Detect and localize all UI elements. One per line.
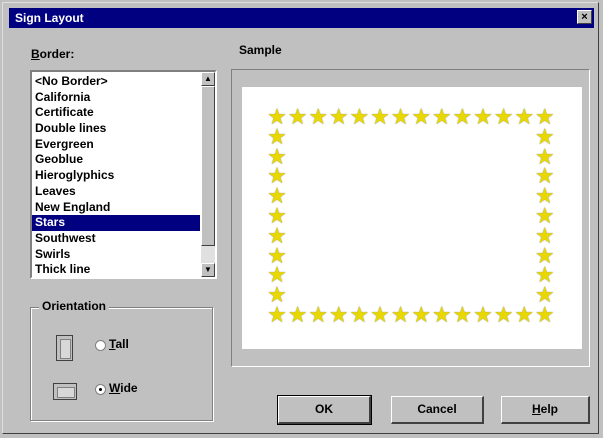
sample-preview: ★ ★ ★ ★ ★ ★ ★ ★ ★ ★ ★ ★ ★ ★ ★ ★ ★ ★ ★ ★ ★ ★ ★ ★ ★ ★ ★ ★ ★ ★ ★ ★ ★ ★ ★ ★ ★ ★ ★ ★…	[242, 87, 582, 349]
star-border-icon: ★	[452, 303, 473, 328]
scroll-thumb[interactable]	[201, 86, 215, 246]
wide-radio[interactable]	[95, 384, 106, 395]
border-list-item[interactable]: Southwest	[32, 231, 200, 247]
border-list-item[interactable]: Evergreen	[32, 137, 200, 153]
scroll-down-button[interactable]: ▼	[201, 263, 215, 277]
star-border-icon: ★	[267, 283, 287, 309]
star-border-icon: ★	[431, 105, 452, 130]
ok-button[interactable]: OK	[277, 395, 372, 425]
arrow-down-icon: ▼	[204, 265, 212, 274]
wide-label[interactable]: Wide	[109, 381, 138, 395]
border-list-item[interactable]: Stars	[32, 215, 200, 231]
star-border-icon: ★	[390, 105, 411, 130]
star-border-icon: ★	[411, 105, 432, 130]
star-border-icon: ★	[534, 283, 555, 309]
border-list-item[interactable]: <No Border>	[32, 74, 200, 90]
star-border-icon: ★	[473, 105, 493, 130]
window-title: Sign Layout	[15, 11, 84, 25]
star-border-icon: ★	[328, 105, 349, 130]
listbox-scrollbar[interactable]: ▲ ▼	[201, 72, 215, 277]
border-list-item[interactable]: New England	[32, 200, 200, 216]
border-list-item[interactable]: Certificate	[32, 105, 200, 121]
border-list: <No Border> California Certificate Double l…	[32, 74, 200, 277]
sample-title: Sample	[236, 43, 285, 57]
border-list-item[interactable]: Thick line	[32, 262, 200, 277]
cancel-button[interactable]: Cancel	[391, 396, 484, 424]
star-border-icon: ★	[349, 105, 370, 130]
title-bar[interactable]: Sign Layout ×	[9, 8, 594, 28]
star-border-icon: ★	[308, 105, 329, 130]
close-button[interactable]: ×	[577, 10, 592, 24]
star-border-icon: ★	[534, 303, 555, 328]
star-border-icon: ★	[287, 303, 308, 328]
tall-page-icon	[56, 335, 73, 361]
border-list-item[interactable]: Geoblue	[32, 152, 200, 168]
star-border-icon: ★	[287, 105, 308, 130]
star-border-icon: ★	[349, 303, 370, 328]
star-border-icon: ★	[370, 303, 390, 328]
border-list-item[interactable]: Swirls	[32, 247, 200, 263]
scroll-up-button[interactable]: ▲	[201, 72, 215, 86]
star-border-icon: ★	[370, 105, 390, 130]
close-icon: ×	[581, 11, 588, 23]
help-button[interactable]: Help	[501, 396, 590, 424]
border-listbox[interactable]: <No Border> California Certificate Double l…	[30, 70, 217, 279]
star-border-icon: ★	[514, 303, 535, 328]
border-label: Border:	[31, 47, 75, 61]
wide-page-icon	[53, 383, 77, 400]
tall-label[interactable]: Tall	[109, 337, 129, 351]
sign-layout-dialog: Sign Layout × Border: <No Border> Califor…	[2, 2, 599, 434]
star-border-icon: ★	[514, 105, 535, 130]
star-border-icon: ★	[473, 303, 493, 328]
tall-radio[interactable]	[95, 340, 106, 351]
star-border-icon: ★	[328, 303, 349, 328]
star-border-icon: ★	[431, 303, 452, 328]
border-list-item[interactable]: California	[32, 90, 200, 106]
star-border-icon: ★	[493, 105, 514, 130]
star-border-icon: ★	[452, 105, 473, 130]
star-border-icon: ★	[267, 303, 287, 328]
border-list-item[interactable]: Hieroglyphics	[32, 168, 200, 184]
star-border-icon: ★	[390, 303, 411, 328]
arrow-up-icon: ▲	[204, 74, 212, 83]
border-list-item[interactable]: Leaves	[32, 184, 200, 200]
star-border-icon: ★	[308, 303, 329, 328]
border-list-item[interactable]: Double lines	[32, 121, 200, 137]
star-border-icon: ★	[493, 303, 514, 328]
star-border-icon: ★	[411, 303, 432, 328]
orientation-group	[30, 307, 213, 421]
orientation-title: Orientation	[39, 299, 110, 313]
